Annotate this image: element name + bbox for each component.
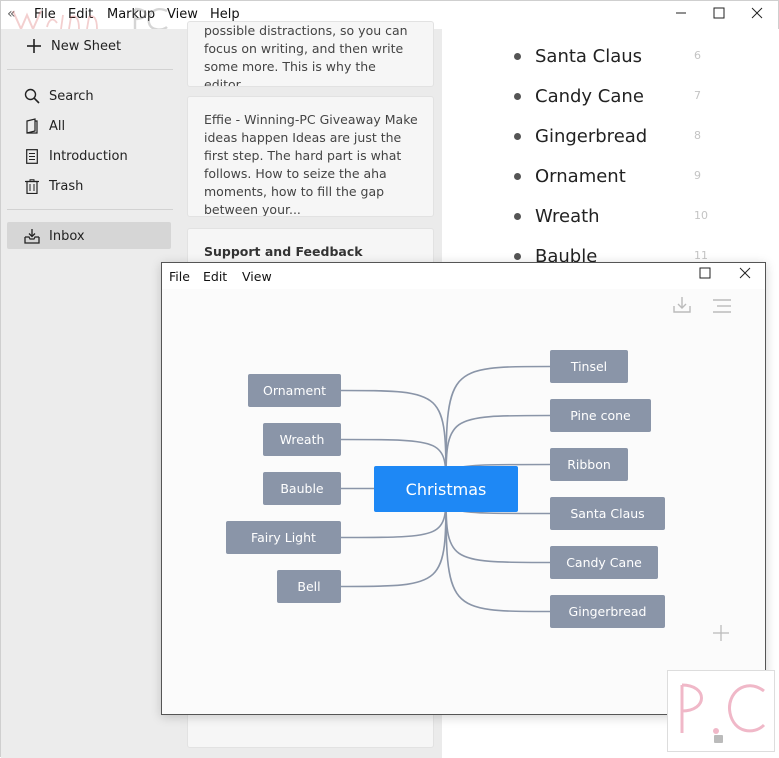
sidebar-item-trash[interactable]: Trash <box>23 175 83 197</box>
mindmap-node[interactable]: Fairy Light <box>226 521 341 554</box>
mindmap-node[interactable]: Ornament <box>248 374 341 407</box>
mindmap-menu-file[interactable]: File <box>169 269 190 284</box>
library-icon <box>23 118 41 134</box>
trash-icon <box>23 178 41 194</box>
line-number: 8 <box>694 129 701 142</box>
mindmap-node[interactable]: Ribbon <box>550 448 628 481</box>
minimize-icon[interactable] <box>673 7 689 23</box>
sidebar-item-all[interactable]: All <box>23 115 65 137</box>
mindmap-node[interactable]: Bell <box>277 570 341 603</box>
sheet-title: Support and Feedback <box>204 244 363 259</box>
list-item[interactable]: Ornament <box>514 163 714 189</box>
mindmap-node[interactable]: Candy Cane <box>550 546 658 579</box>
inbox-icon <box>23 228 41 244</box>
menu-markup[interactable]: Markup <box>107 7 155 22</box>
mindmap-menubar: File Edit View <box>162 263 765 289</box>
sidebar-item-label: Introduction <box>49 148 128 164</box>
mindmap-canvas[interactable]: Ornament Wreath Bauble Fairy Light Bell Tinse… <box>162 289 765 714</box>
mindmap-node[interactable]: Bauble <box>263 472 341 505</box>
mindmap-node[interactable]: Tinsel <box>550 350 628 383</box>
sidebar-item-label: Search <box>49 88 94 104</box>
sheet-card[interactable]: Effie - Winning-PC Giveaway Make ideas h… <box>187 96 434 217</box>
mindmap-node[interactable]: Gingerbread <box>550 595 665 628</box>
list-item[interactable]: Santa Claus <box>514 43 714 69</box>
bullet-icon <box>514 52 521 60</box>
mindmap-node[interactable]: Pine cone <box>550 399 651 432</box>
document-icon <box>23 148 41 164</box>
close-icon[interactable] <box>749 7 765 23</box>
sidebar-divider <box>7 209 173 210</box>
sidebar-item-label: Trash <box>49 178 84 194</box>
list-item-text: Gingerbread <box>535 125 648 147</box>
sidebar-item-search[interactable]: Search <box>23 85 94 107</box>
maximize-icon[interactable] <box>711 7 727 23</box>
menu-view[interactable]: View <box>167 7 198 22</box>
new-sheet-label: New Sheet <box>51 38 122 54</box>
mindmap-root-node[interactable]: Christmas <box>374 466 518 512</box>
line-number: 7 <box>694 89 701 102</box>
mindmap-menu-view[interactable]: View <box>242 269 272 284</box>
line-number: 11 <box>694 249 708 262</box>
new-sheet-button[interactable]: New Sheet <box>25 35 121 57</box>
bullet-icon <box>514 212 521 220</box>
sidebar-divider <box>7 69 173 70</box>
sheet-preview-text: possible distractions, so you can focus … <box>204 23 408 87</box>
bullet-icon <box>514 252 521 260</box>
bullet-icon <box>514 132 521 140</box>
sidebar-item-label: Inbox <box>49 228 85 244</box>
search-icon <box>23 88 41 104</box>
menu-file[interactable]: File <box>34 7 56 22</box>
sheet-preview-text: Effie - Winning-PC Giveaway Make ideas h… <box>204 112 418 217</box>
list-item-text: Santa Claus <box>535 45 643 67</box>
plus-icon <box>25 39 43 53</box>
list-item[interactable]: Gingerbread <box>514 123 714 149</box>
line-number: 9 <box>694 169 701 182</box>
bullet-icon <box>514 92 521 100</box>
mindmap-window: File Edit View Ornament Wreath Bauble Fairy… <box>161 262 766 715</box>
close-icon[interactable] <box>737 267 753 283</box>
menu-help[interactable]: Help <box>210 7 240 22</box>
list-item-text: Ornament <box>535 165 626 187</box>
list-item[interactable]: Wreath <box>514 203 714 229</box>
list-item-text: Candy Cane <box>535 85 644 107</box>
line-number: 10 <box>694 209 708 222</box>
line-number: 6 <box>694 49 701 62</box>
bullet-icon <box>514 172 521 180</box>
maximize-icon[interactable] <box>697 267 713 283</box>
sidebar: New Sheet Search All Introduction Trash … <box>1 29 180 758</box>
menu-edit[interactable]: Edit <box>68 7 93 22</box>
brand-corner-logo <box>667 670 775 752</box>
sidebar-item-introduction[interactable]: Introduction <box>23 145 128 167</box>
mindmap-menu-edit[interactable]: Edit <box>203 269 227 284</box>
list-item-text: Wreath <box>535 205 600 227</box>
sidebar-item-label: All <box>49 118 66 134</box>
collapse-sidebar-icon[interactable]: « <box>7 6 16 22</box>
list-item[interactable]: Candy Cane <box>514 83 714 109</box>
mindmap-node[interactable]: Wreath <box>263 423 341 456</box>
sidebar-item-inbox[interactable]: Inbox <box>23 225 85 247</box>
sheet-card[interactable]: possible distractions, so you can focus … <box>187 21 434 87</box>
mindmap-node[interactable]: Santa Claus <box>550 497 665 530</box>
